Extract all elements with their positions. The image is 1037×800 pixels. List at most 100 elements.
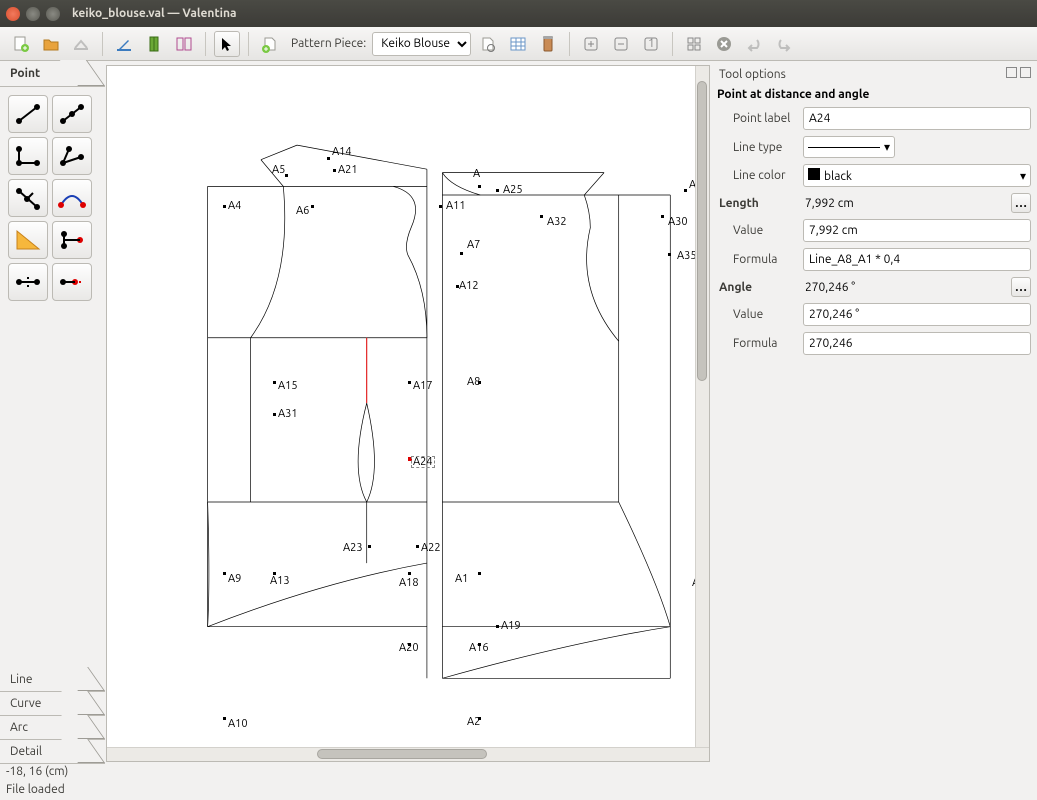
new-file-button[interactable] [8, 31, 34, 57]
history-button[interactable] [535, 31, 561, 57]
point-A14[interactable] [327, 157, 330, 160]
point-A11[interactable] [439, 205, 442, 208]
point-A[interactable] [478, 185, 481, 188]
new-pattern-piece-button[interactable] [257, 31, 283, 57]
point-label-A30: A30 [668, 216, 688, 228]
point-A17[interactable] [408, 381, 411, 384]
zoom-out-button[interactable] [608, 31, 634, 57]
tool-point-9[interactable] [8, 263, 48, 301]
point-A29[interactable] [684, 189, 687, 192]
stop-button[interactable] [711, 31, 737, 57]
point-label-A17: A17 [413, 380, 433, 392]
point-label-A25: A25 [503, 184, 523, 196]
tool-point-4[interactable] [52, 137, 92, 175]
point-A6[interactable] [311, 205, 314, 208]
point-A4[interactable] [223, 205, 226, 208]
angle-value-text: 270,246 ° [803, 281, 1007, 294]
point-label-label: Point label [717, 112, 803, 125]
point-A1[interactable] [478, 572, 481, 575]
point-A30[interactable] [661, 215, 664, 218]
draw-mode-button[interactable] [111, 31, 137, 57]
point-A19[interactable] [496, 625, 499, 628]
config-pattern-button[interactable] [475, 31, 501, 57]
point-label-A10: A10 [228, 718, 248, 730]
angle-formula-label: Formula [717, 337, 803, 350]
tab-arc[interactable]: Arc [0, 716, 105, 740]
point-A10[interactable] [223, 717, 226, 720]
point-A15[interactable] [273, 381, 276, 384]
angle-value-input[interactable] [803, 303, 1031, 326]
point-label-A12: A12 [459, 280, 479, 292]
point-A25[interactable] [496, 189, 499, 192]
point-A7[interactable] [460, 252, 463, 255]
left-panel: Point Line Curve Arc Detail [0, 61, 105, 764]
point-tools-grid [0, 87, 105, 668]
point-label-A15: A15 [278, 380, 298, 392]
point-label-A13: A13 [270, 575, 290, 587]
tool-options-panel: Tool options Point at distance and angle… [711, 61, 1037, 764]
vertical-scrollbar[interactable] [695, 66, 709, 747]
pattern-canvas[interactable]: AA1A2A3A4A5A6A7A8A9A10A11A12A13A14A15A16… [107, 66, 709, 747]
line-type-select[interactable]: ▾ [803, 136, 895, 158]
length-formula-dialog-button[interactable]: … [1011, 193, 1031, 213]
point-label-A: A [473, 168, 480, 180]
zoom-fit-button[interactable] [681, 31, 707, 57]
tool-point-2[interactable] [52, 95, 92, 133]
pattern-svg [107, 66, 709, 702]
point-label-A6: A6 [296, 205, 309, 217]
undo-button[interactable] [741, 31, 767, 57]
point-label-input[interactable] [803, 107, 1031, 130]
pointer-tool-button[interactable] [214, 31, 240, 57]
close-icon[interactable] [6, 7, 20, 21]
point-label-A19: A19 [501, 620, 521, 632]
tool-point-1[interactable] [8, 95, 48, 133]
point-A32[interactable] [540, 215, 543, 218]
point-A35[interactable] [668, 253, 671, 256]
tool-point-5[interactable] [8, 179, 48, 217]
angle-label: Angle [717, 281, 803, 294]
angle-formula-dialog-button[interactable]: … [1011, 277, 1031, 297]
angle-formula-input[interactable] [803, 332, 1031, 355]
table-button[interactable] [505, 31, 531, 57]
point-label-A31: A31 [278, 408, 298, 420]
point-A18[interactable] [408, 572, 411, 575]
status-coords: -18, 16 (cm) [0, 764, 1037, 782]
tool-point-7[interactable] [8, 221, 48, 259]
tab-detail[interactable]: Detail [0, 740, 105, 764]
tool-point-10[interactable] [52, 263, 92, 301]
open-file-button[interactable] [38, 31, 64, 57]
maximize-icon[interactable] [46, 7, 60, 21]
length-formula-input[interactable] [803, 248, 1031, 271]
point-A22[interactable] [416, 545, 419, 548]
horizontal-scrollbar[interactable] [107, 747, 709, 761]
close-panel-icon[interactable] [1020, 67, 1031, 78]
layout-mode-button[interactable] [171, 31, 197, 57]
tool-point-6[interactable] [52, 179, 92, 217]
point-A23[interactable] [368, 545, 371, 548]
save-file-button[interactable] [68, 31, 94, 57]
pattern-piece-select[interactable]: Keiko Blouse [372, 32, 471, 56]
point-label-A35: A35 [677, 250, 697, 262]
zoom-in-button[interactable] [578, 31, 604, 57]
tab-line[interactable]: Line [0, 668, 105, 692]
point-A21[interactable] [333, 169, 336, 172]
details-mode-button[interactable] [141, 31, 167, 57]
angle-value-label: Value [717, 308, 803, 321]
minimize-icon[interactable] [26, 7, 40, 21]
length-value-input[interactable] [803, 219, 1031, 242]
line-color-select[interactable]: black▾ [803, 164, 1031, 187]
undock-icon[interactable] [1006, 67, 1017, 78]
tool-point-8[interactable] [52, 221, 92, 259]
point-A9[interactable] [223, 572, 226, 575]
tab-point[interactable]: Point [0, 61, 105, 87]
redo-button[interactable] [771, 31, 797, 57]
window-title: keiko_blouse.val — Valentina [72, 7, 236, 20]
tool-point-3[interactable] [8, 137, 48, 175]
tab-curve[interactable]: Curve [0, 692, 105, 716]
line-type-label: Line type [717, 141, 803, 154]
point-A5[interactable] [285, 174, 288, 177]
point-A31[interactable] [273, 413, 276, 416]
point-label-A4: A4 [228, 200, 241, 212]
zoom-original-button[interactable]: 1 [638, 31, 664, 57]
point-label-A2: A2 [467, 716, 480, 728]
